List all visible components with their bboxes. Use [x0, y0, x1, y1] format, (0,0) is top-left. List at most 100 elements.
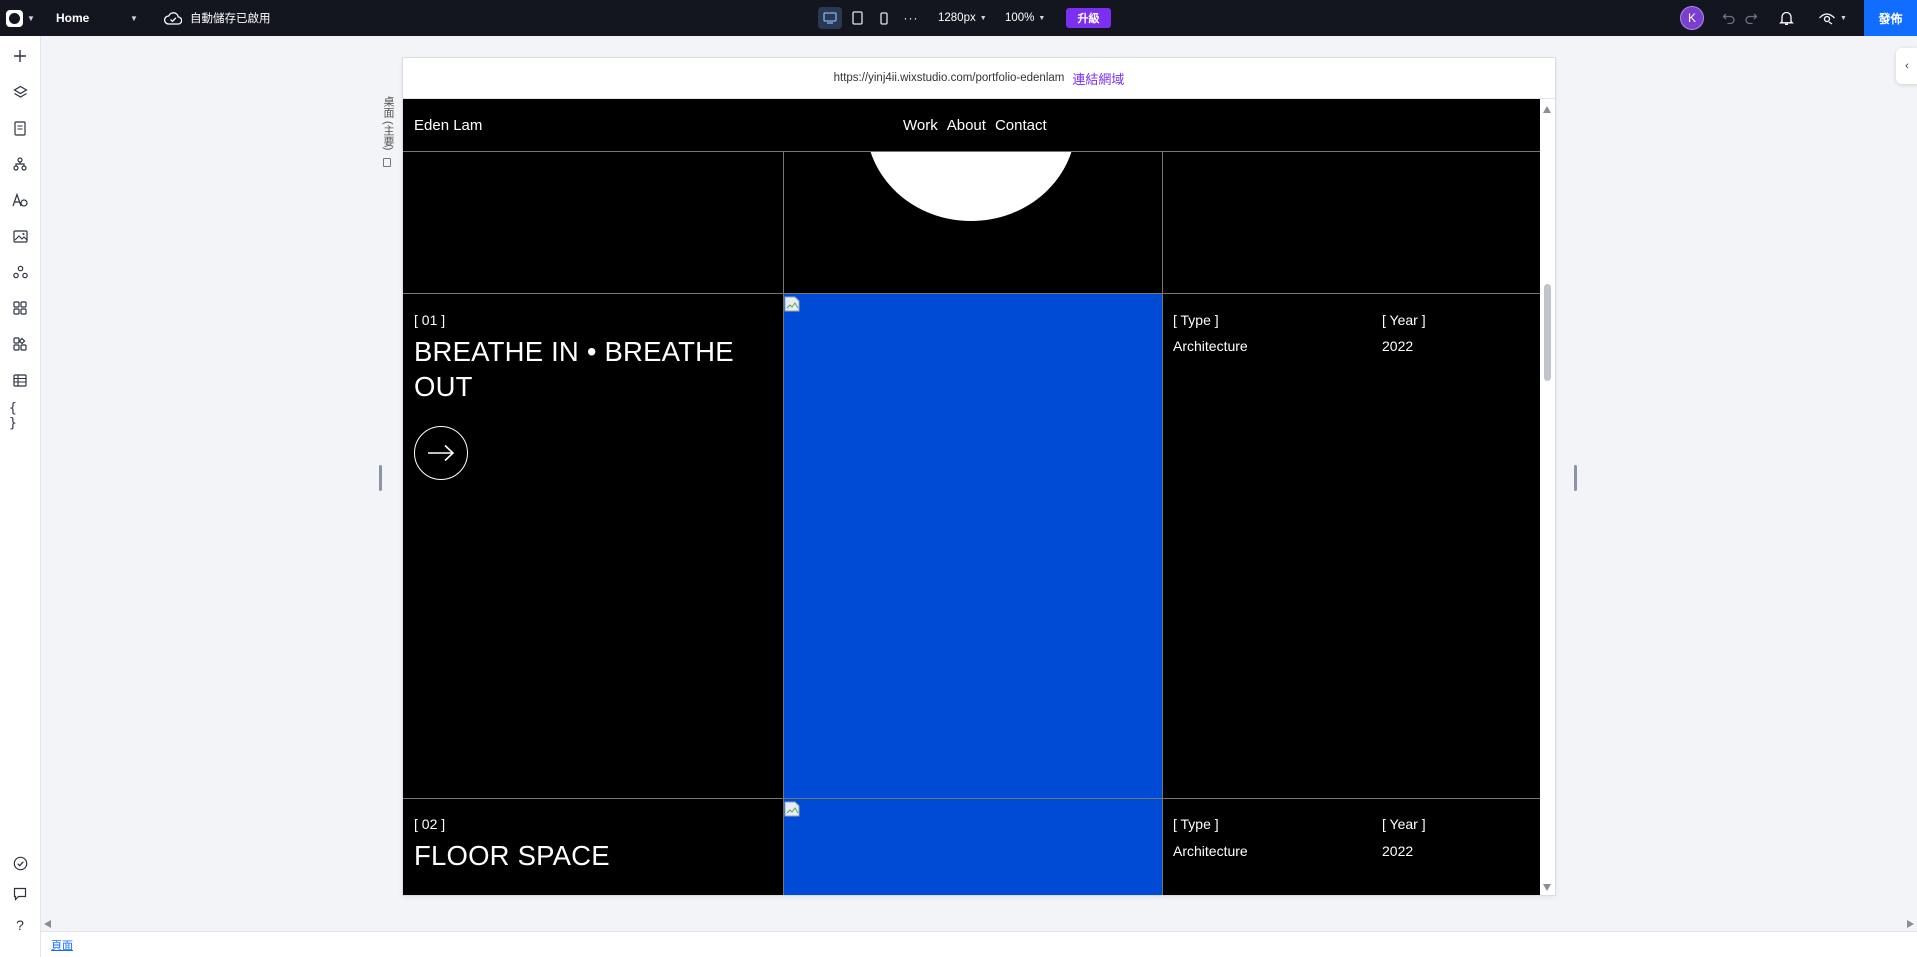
page-selector[interactable]: Home ▼	[56, 0, 138, 36]
top-bar: ▼ Home ▼ 自動儲存已啟用 ··· 1280px ▼ 100% ▼ 升級 …	[0, 0, 1917, 36]
add-elements-button[interactable]	[9, 45, 31, 67]
cms-button[interactable]	[9, 369, 31, 391]
code-icon: { }	[9, 401, 17, 431]
grid-divider	[403, 293, 1540, 294]
wix-studio-logo-menu[interactable]: ▼	[6, 0, 40, 36]
canvas-horizontal-scrollbar[interactable]	[41, 917, 1917, 931]
arrow-right-icon	[428, 444, 455, 462]
preview-menu-button[interactable]: ▼	[1818, 0, 1854, 36]
project-image-placeholder[interactable]	[783, 294, 1162, 895]
more-breakpoints-button[interactable]: ···	[904, 0, 918, 36]
code-button[interactable]: { }	[9, 401, 31, 431]
redo-button[interactable]	[1743, 0, 1759, 36]
project-title[interactable]: BREATHE IN • BREATHE OUT	[414, 334, 759, 404]
apps-icon	[12, 265, 28, 279]
apps-button[interactable]	[9, 261, 31, 283]
mobile-breakpoint-button[interactable]	[873, 0, 895, 36]
scroll-right-arrow-icon[interactable]	[1907, 920, 1914, 928]
text-theme-icon	[12, 193, 28, 207]
autosave-status[interactable]: 自動儲存已啟用	[164, 0, 271, 36]
broken-image-icon	[784, 801, 800, 817]
media-icon	[12, 229, 28, 243]
scrollbar-thumb[interactable]	[1544, 284, 1551, 381]
canvas-vertical-scrollbar[interactable]	[1540, 99, 1555, 895]
publish-button[interactable]: 發佈	[1864, 0, 1917, 36]
undo-button[interactable]	[1721, 0, 1737, 36]
canvas-resize-handle-right[interactable]	[1574, 465, 1577, 491]
zoom-selector[interactable]: 100% ▼	[1005, 0, 1045, 36]
chevron-down-icon: ▼	[1038, 14, 1046, 22]
upgrade-button[interactable]: 升級	[1066, 8, 1111, 28]
project-index: [ 01 ]	[414, 312, 446, 328]
year-label: [ Year ]	[1382, 312, 1426, 328]
comments-button[interactable]	[9, 883, 31, 905]
editor-canvas: https://yinj4ii.wixstudio.com/portfolio-…	[403, 58, 1555, 895]
nav-item-contact[interactable]: Contact	[995, 117, 1047, 134]
site-checker-button[interactable]	[9, 852, 31, 874]
site-nav: Work About Contact	[903, 117, 1047, 134]
grid-divider	[1162, 152, 1163, 895]
pages-icon	[14, 120, 26, 136]
sitemap-icon	[13, 157, 27, 171]
canvas-width-selector[interactable]: 1280px ▼	[938, 0, 987, 36]
site-brand[interactable]: Eden Lam	[414, 117, 482, 134]
help-icon: ?	[16, 917, 24, 933]
components-button[interactable]	[9, 333, 31, 355]
inspector-toggle-button[interactable]: ‹	[1896, 48, 1917, 84]
layers-icon	[12, 85, 28, 98]
site-preview: Eden Lam Work About Contact [ 01 ] BREAT…	[403, 99, 1540, 895]
project-arrow-button[interactable]	[414, 426, 468, 480]
tablet-breakpoint-button[interactable]	[846, 0, 868, 36]
site-url: https://yinj4ii.wixstudio.com/portfolio-…	[833, 72, 1065, 84]
autosave-text: 自動儲存已啟用	[190, 13, 271, 25]
app-market-icon	[13, 301, 27, 315]
type-label: [ Type ]	[1173, 312, 1219, 328]
site-styles-button[interactable]	[9, 189, 31, 211]
year-value: 2022	[1382, 843, 1414, 859]
broken-image-icon	[784, 296, 800, 312]
project-index: [ 02 ]	[414, 816, 446, 832]
scroll-down-arrow-icon[interactable]	[1543, 884, 1551, 891]
notifications-button[interactable]	[1777, 0, 1795, 36]
canvas-width-value: 1280px	[938, 12, 976, 24]
mobile-icon	[880, 11, 888, 25]
breadcrumb-page-link[interactable]: 頁面	[51, 937, 73, 953]
chevron-down-icon: ▼	[979, 14, 987, 22]
nav-item-work[interactable]: Work	[903, 117, 938, 134]
scroll-left-arrow-icon[interactable]	[44, 920, 51, 928]
help-button[interactable]: ?	[9, 914, 31, 936]
cms-table-icon	[13, 373, 27, 387]
site-header[interactable]: Eden Lam Work About Contact	[403, 99, 1540, 152]
comments-icon	[13, 887, 27, 901]
cloud-icon	[164, 11, 182, 25]
layers-button[interactable]	[9, 81, 31, 103]
more-icon: ···	[903, 11, 919, 25]
breakpoint-label: 桌面 (主要)	[382, 96, 394, 151]
page-name: Home	[56, 11, 90, 25]
site-structure-button[interactable]	[9, 153, 31, 175]
tablet-icon	[851, 11, 863, 25]
desktop-icon	[823, 12, 837, 24]
pages-button[interactable]	[9, 117, 31, 139]
app-market-button[interactable]	[9, 297, 31, 319]
chevron-down-icon: ▼	[130, 13, 138, 23]
user-avatar[interactable]: K	[1680, 6, 1704, 30]
bell-icon	[1778, 11, 1794, 25]
media-button[interactable]	[9, 225, 31, 247]
canvas-resize-handle-left[interactable]	[379, 465, 382, 491]
type-value: Architecture	[1173, 843, 1248, 859]
preview-icon	[1819, 13, 1835, 25]
desktop-breakpoint-button[interactable]	[817, 0, 843, 36]
type-label: [ Type ]	[1173, 816, 1219, 832]
left-toolbar: { } ?	[0, 36, 41, 957]
status-bar: 頁面	[41, 931, 1917, 957]
site-checker-icon	[13, 856, 27, 870]
year-label: [ Year ]	[1382, 816, 1426, 832]
scroll-up-arrow-icon[interactable]	[1543, 106, 1551, 113]
redo-icon	[1745, 13, 1758, 24]
nav-item-about[interactable]: About	[947, 117, 986, 134]
grid-divider	[783, 152, 784, 895]
connect-domain-link[interactable]: 連結網域	[1072, 69, 1124, 88]
project-title[interactable]: FLOOR SPACE	[414, 838, 759, 873]
grid-divider	[403, 798, 1540, 799]
